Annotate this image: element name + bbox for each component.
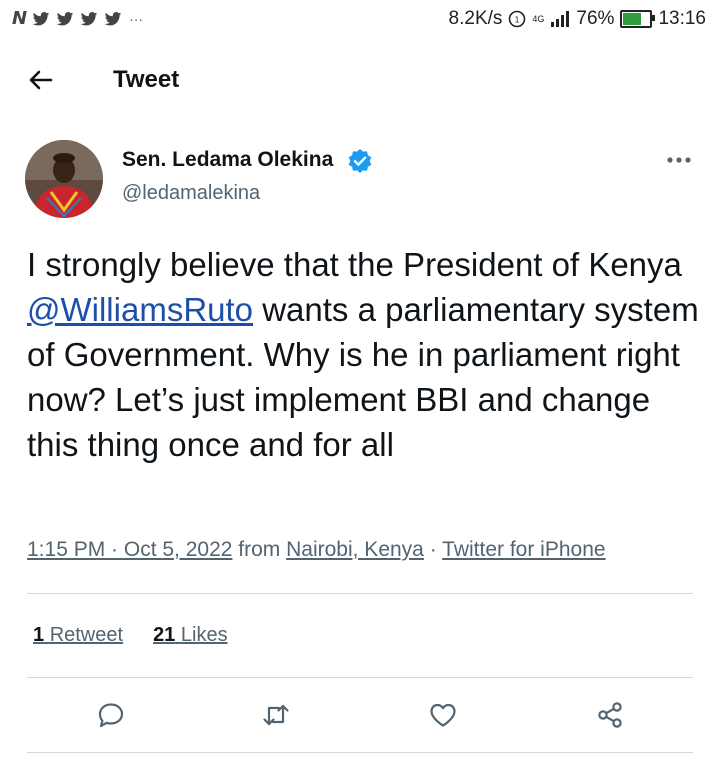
meta-separator: ·	[423, 538, 443, 561]
mention-link[interactable]: @WilliamsRuto	[27, 291, 253, 328]
tweet-stats: 1 Retweet 21 Likes	[33, 624, 228, 647]
data-saver-icon: 1	[509, 10, 526, 28]
client-link[interactable]: Twitter for iPhone	[442, 538, 605, 561]
twitter-bird-icon	[80, 11, 98, 25]
like-count: 21	[153, 624, 176, 646]
reply-icon[interactable]	[96, 700, 126, 730]
retweet-icon[interactable]	[261, 700, 291, 730]
divider	[27, 593, 693, 594]
top-bar: Tweet	[0, 52, 720, 108]
timestamp-link[interactable]: 1:15 PM · Oct 5, 2022	[27, 538, 232, 561]
like-heart-icon[interactable]	[428, 700, 458, 730]
page-title: Tweet	[113, 66, 180, 93]
twitter-bird-icon	[56, 11, 74, 25]
retweet-label: Retweet	[49, 624, 124, 646]
signal-icon	[551, 11, 570, 27]
battery-level	[623, 13, 642, 25]
more-notifications-indicator: ···	[129, 10, 144, 27]
net-speed: 8.2K/s	[448, 8, 503, 29]
author-name[interactable]: Sen. Ledama Olekina	[122, 148, 333, 172]
battery-percent: 76%	[576, 8, 615, 29]
twitter-bird-icon	[104, 11, 122, 25]
n-icon: N	[12, 8, 28, 29]
tweet-text: I strongly believe that the President of…	[27, 242, 707, 467]
from-label: from	[232, 538, 287, 561]
location-link[interactable]: Nairobi, Kenya	[286, 538, 424, 561]
retweet-count: 1	[33, 624, 45, 646]
share-icon[interactable]	[595, 700, 625, 730]
clock: 13:16	[658, 8, 706, 29]
twitter-bird-icon	[32, 11, 50, 25]
author-handle[interactable]: @ledamalekina	[122, 182, 260, 205]
author-avatar[interactable]	[25, 140, 103, 218]
verified-badge-icon	[348, 149, 372, 173]
status-right: 8.2K/s 1 4G 76% 13:16	[449, 8, 706, 30]
notification-icons: N ···	[12, 8, 143, 29]
retweets-stat[interactable]: 1 Retweet	[33, 624, 123, 647]
svg-text:1: 1	[515, 16, 520, 25]
more-options-icon[interactable]	[665, 150, 693, 170]
status-bar: N ··· 8.2K/s 1 4G 76% 13:16	[0, 0, 720, 40]
like-label: Likes	[180, 624, 228, 646]
divider	[27, 677, 693, 678]
network-type: 4G	[532, 13, 545, 24]
divider	[27, 752, 693, 753]
tweet-meta: 1:15 PM · Oct 5, 2022 from Nairobi, Keny…	[27, 538, 606, 562]
back-arrow-icon[interactable]	[26, 66, 54, 94]
likes-stat[interactable]: 21 Likes	[153, 624, 228, 647]
tweet-text-part: I strongly believe that the President of…	[27, 246, 682, 283]
battery-icon	[620, 10, 656, 28]
